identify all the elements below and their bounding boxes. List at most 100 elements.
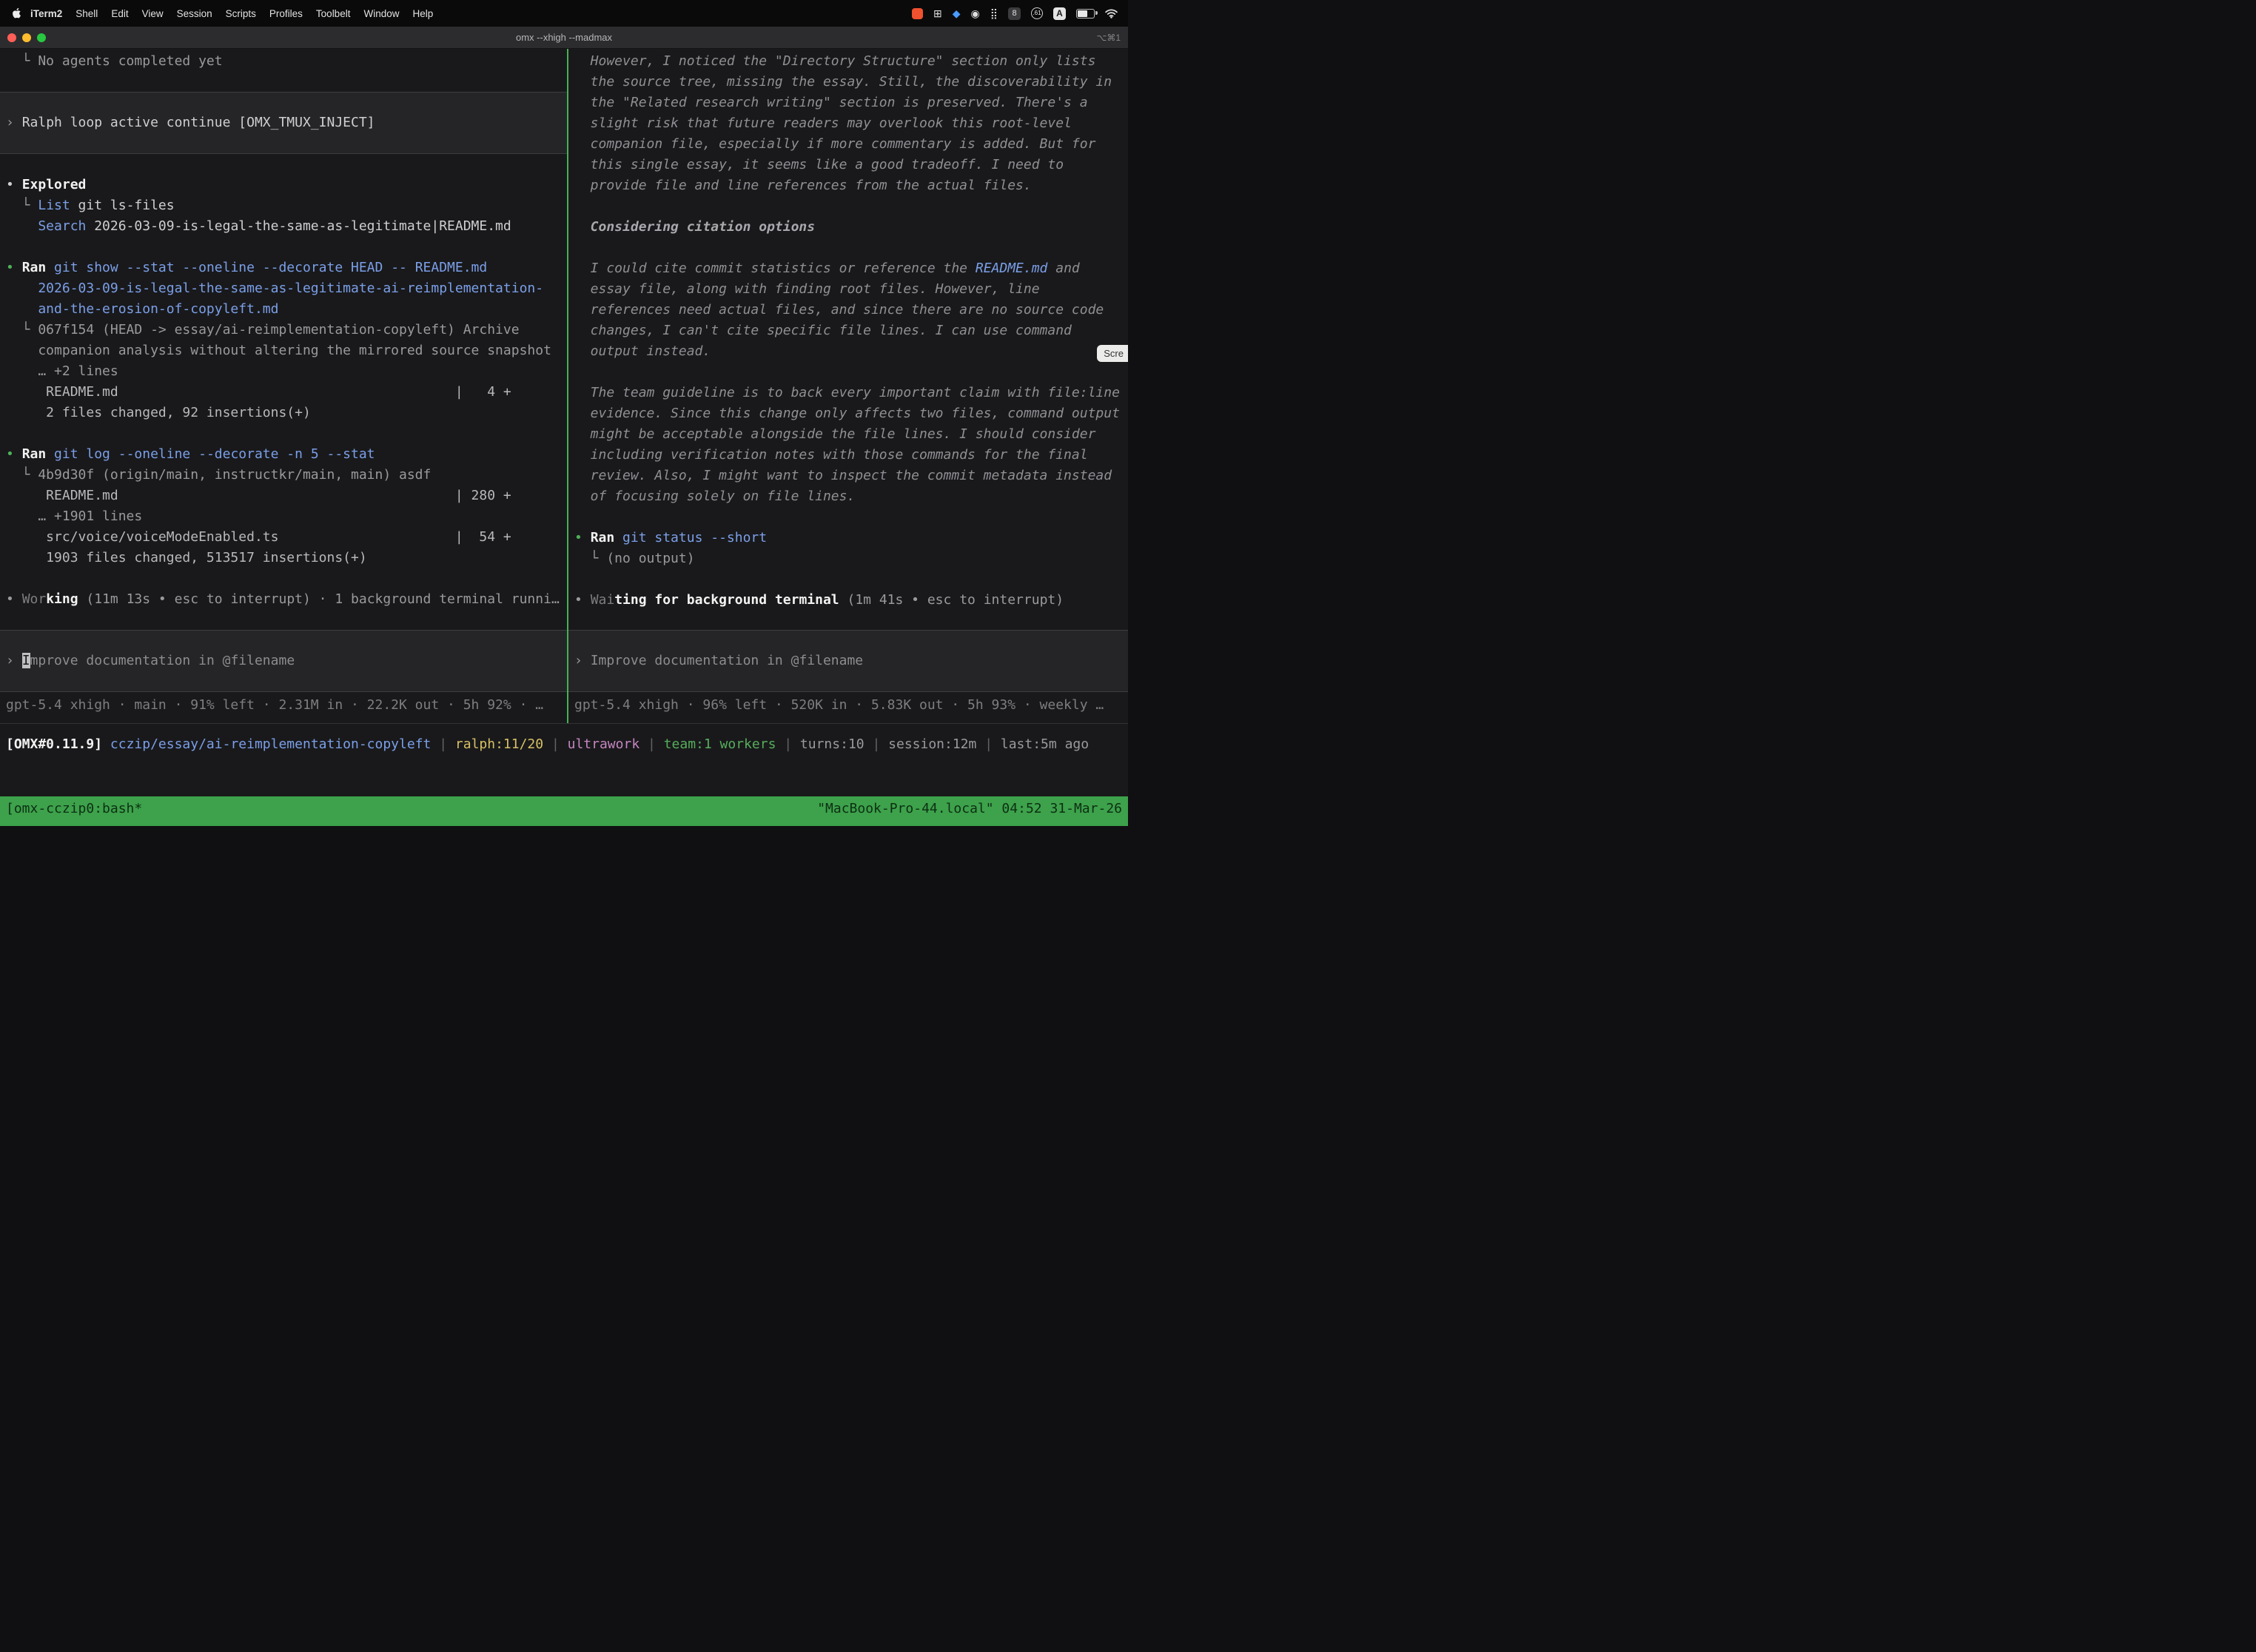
pane-scrollback-top: └ No agents completed yet — [0, 51, 567, 72]
terminal-line: review. Also, I might want to inspect th… — [568, 466, 1128, 486]
text-segment: Explored — [22, 177, 87, 192]
terminal-line: • Waiting for background terminal (1m 41… — [568, 590, 1128, 611]
text-segment: README.md | 280 + — [6, 488, 511, 503]
text-segment: 1903 files changed, 513517 insertions(+) — [6, 550, 367, 565]
text-segment: | — [776, 736, 800, 752]
text-segment: › — [6, 653, 22, 668]
minimize-button[interactable] — [22, 33, 31, 42]
terminal-line: • Explored — [0, 175, 567, 195]
menu-item-help[interactable]: Help — [406, 8, 440, 19]
text-segment: session:12m — [888, 736, 976, 752]
screen-edge-tab[interactable]: Scre — [1097, 345, 1128, 362]
terminal-line: this single essay, it seems like a good … — [568, 155, 1128, 175]
dots-grid-icon[interactable]: ⣿ — [990, 8, 998, 19]
battery-nub — [1095, 11, 1098, 15]
terminal-line — [0, 423, 567, 444]
text-segment: this single essay, it seems like a good … — [574, 157, 1064, 172]
battery-percent-badge[interactable]: .61 — [1031, 7, 1043, 19]
menu-item-toolbelt[interactable]: Toolbelt — [309, 8, 357, 19]
terminal-line — [0, 568, 567, 589]
text-segment: (11m 13s • esc to interrupt) · 1 backgro… — [78, 591, 560, 607]
text-segment: I could cite commit statistics or refere… — [574, 261, 976, 276]
glyph-icons: ⊞ ◆ ◉ ⣿ 8 .61 A — [933, 7, 1066, 20]
terminal-line: of focusing solely on file lines. — [568, 486, 1128, 507]
text-segment: git status --short — [614, 530, 767, 545]
text-segment: cczip/essay/ai-reimplementation-copyleft — [110, 736, 431, 752]
battery-icon[interactable] — [1076, 9, 1095, 19]
key-8-icon[interactable]: 8 — [1008, 7, 1021, 20]
terminal-line: README.md | 280 + — [0, 486, 567, 506]
text-segment: └ 067f154 (HEAD -> essay/ai-reimplementa… — [6, 322, 520, 338]
apple-menu-icon[interactable] — [10, 7, 21, 20]
text-segment: ultrawork — [568, 736, 640, 752]
prompt-input-left[interactable]: › Improve documentation in @filename — [0, 630, 567, 692]
text-segment: and — [1047, 261, 1079, 276]
text-segment: › — [574, 653, 591, 668]
close-button[interactable] — [7, 33, 16, 42]
pane-scrollback: However, I noticed the "Directory Struct… — [568, 51, 1128, 611]
text-segment: └ No agents completed yet — [6, 53, 223, 69]
zoom-button[interactable] — [37, 33, 46, 42]
text-segment: including verification notes with those … — [574, 447, 1088, 463]
prompt-input-right[interactable]: › Improve documentation in @filename — [568, 630, 1128, 692]
text-segment: last:5m ago — [1001, 736, 1089, 752]
text-segment: • — [6, 260, 22, 275]
text-segment: git log --oneline --decorate -n 5 --stat — [46, 446, 375, 462]
terminal-line: • Ran git status --short — [568, 528, 1128, 548]
input-source-icon[interactable]: A — [1053, 7, 1066, 20]
circle-app-icon[interactable]: ◉ — [971, 8, 980, 19]
terminal-line — [0, 237, 567, 258]
terminal-pane-right[interactable]: However, I noticed the "Directory Struct… — [568, 49, 1128, 723]
text-segment: git ls-files — [70, 198, 175, 213]
terminal-line: output instead. — [568, 341, 1128, 362]
terminal-line: slight risk that future readers may over… — [568, 113, 1128, 134]
text-segment: ting for background terminal — [614, 592, 839, 608]
window-grid-icon[interactable]: ⊞ — [933, 8, 942, 19]
text-segment: and-the-erosion-of-copyleft.md — [6, 301, 278, 317]
menu-item-view[interactable]: View — [135, 8, 170, 19]
menu-item-shell[interactable]: Shell — [69, 8, 104, 19]
menu-item-profiles[interactable]: Profiles — [263, 8, 309, 19]
menu-item-session[interactable]: Session — [170, 8, 219, 19]
text-segment: | — [865, 736, 889, 752]
terminal-pane-left[interactable]: └ No agents completed yet › Ralph loop a… — [0, 49, 568, 723]
raycast-icon[interactable]: ◆ — [953, 8, 961, 19]
text-segment: • — [574, 530, 591, 545]
menu-item-scripts[interactable]: Scripts — [219, 8, 263, 19]
menu-item-iterm2[interactable]: iTerm2 — [24, 8, 69, 19]
text-segment: [OMX#0.11.9] — [6, 736, 110, 752]
terminal-line — [568, 238, 1128, 258]
text-segment: Search — [6, 218, 86, 234]
traffic-lights — [0, 33, 46, 42]
text-segment: Considering citation options — [574, 219, 815, 235]
terminal-line: • Ran git show --stat --oneline --decora… — [0, 258, 567, 278]
text-segment: • — [6, 591, 22, 607]
text-segment: └ — [6, 198, 38, 213]
tmux-host-time: "MacBook-Pro-44.local" 04:52 31-Mar-26 — [817, 799, 1122, 819]
text-segment: Ran — [22, 446, 47, 462]
wifi-icon[interactable] — [1105, 9, 1118, 19]
menu-items: iTerm2ShellEditViewSessionScriptsProfile… — [24, 8, 440, 19]
terminal-line: the source tree, missing the essay. Stil… — [568, 72, 1128, 93]
model-status-right: gpt-5.4 xhigh · 96% left · 520K in · 5.8… — [568, 695, 1128, 716]
text-segment: | — [639, 736, 664, 752]
terminal-line: and-the-erosion-of-copyleft.md — [0, 299, 567, 320]
terminal-line — [568, 507, 1128, 528]
terminal-line — [568, 569, 1128, 590]
prompt-input-right-text: › Improve documentation in @filename — [568, 651, 863, 671]
screen-recording-indicator-icon[interactable] — [912, 8, 923, 19]
text-segment: review. Also, I might want to inspect th… — [574, 468, 1112, 483]
menu-item-edit[interactable]: Edit — [104, 8, 135, 19]
terminal-line: the "Related research writing" section i… — [568, 93, 1128, 113]
menu-item-window[interactable]: Window — [357, 8, 406, 19]
terminal-line: └ (no output) — [568, 548, 1128, 569]
text-segment: › — [6, 115, 22, 130]
text-segment: └ (no output) — [574, 551, 695, 566]
macos-screen: iTerm2ShellEditViewSessionScriptsProfile… — [0, 0, 1128, 796]
text-segment: The team guideline is to back every impo… — [574, 385, 1120, 400]
text-segment: | — [543, 736, 568, 752]
terminal-line: 2 files changed, 92 insertions(+) — [0, 403, 567, 423]
text-segment: turns:10 — [800, 736, 865, 752]
terminal-line: src/voice/voiceModeEnabled.ts | 54 + — [0, 527, 567, 548]
terminal-line: changes, I can't cite specific file line… — [568, 320, 1128, 341]
